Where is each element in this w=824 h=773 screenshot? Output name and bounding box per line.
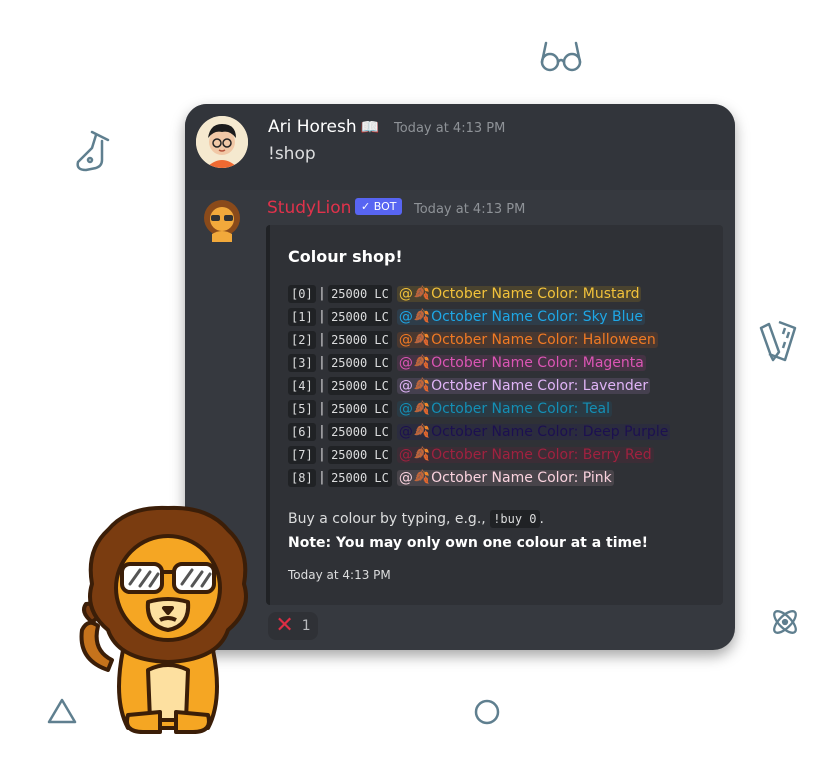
role-mention[interactable]: @ 🍂 October Name Color: Magenta bbox=[396, 354, 646, 371]
role-name: October Name Color: Pink bbox=[431, 469, 612, 486]
role-mention[interactable]: @ 🍂 October Name Color: Pink bbox=[396, 469, 614, 486]
lion-mascot bbox=[79, 505, 248, 734]
role-mention[interactable]: @ 🍂 October Name Color: Mustard bbox=[396, 285, 642, 302]
separator: | bbox=[319, 378, 325, 393]
item-index: [4] bbox=[288, 376, 316, 395]
timestamp: Today at 4:13 PM bbox=[414, 202, 526, 217]
role-name: October Name Color: Magenta bbox=[431, 354, 644, 371]
role-name: October Name Color: Deep Purple bbox=[431, 423, 669, 440]
separator: | bbox=[319, 470, 325, 485]
separator: | bbox=[319, 309, 325, 324]
leaf-icon: 🍂 bbox=[413, 378, 431, 393]
role-name: October Name Color: Lavender bbox=[431, 377, 649, 394]
shop-row: [3] | 25000 LC @ 🍂 October Name Color: Magent… bbox=[288, 351, 670, 374]
shop-row: [6] | 25000 LC @ 🍂 October Name Color: Deep P… bbox=[288, 420, 671, 443]
command-code: !buy 0 bbox=[490, 510, 540, 528]
item-price: 25000 LC bbox=[328, 353, 392, 372]
author-name[interactable]: Ari Horesh bbox=[268, 117, 357, 137]
leaf-icon: 🍂 bbox=[413, 332, 431, 347]
role-mention[interactable]: @ 🍂 October Name Color: Lavender bbox=[396, 377, 651, 394]
item-price: 25000 LC bbox=[328, 330, 392, 349]
shop-row: [1] | 25000 LC @ 🍂 October Name Color: Sky Bl… bbox=[288, 305, 670, 328]
shop-row: [0] | 25000 LC @ 🍂 October Name Color: Mustar… bbox=[288, 282, 670, 305]
item-index: [0] bbox=[288, 284, 316, 303]
avatar-studylion[interactable] bbox=[200, 198, 244, 242]
role-name: October Name Color: Sky Blue bbox=[431, 308, 643, 325]
leaf-icon: 🍂 bbox=[413, 401, 431, 416]
avatar-ari[interactable] bbox=[196, 116, 248, 168]
item-index: [3] bbox=[288, 353, 316, 372]
shop-row: [7] | 25000 LC @ 🍂 October Name Color: Berry … bbox=[288, 443, 670, 466]
role-mention[interactable]: @ 🍂 October Name Color: Teal bbox=[396, 400, 613, 417]
flask-icon bbox=[76, 130, 110, 172]
message-text: !shop bbox=[268, 144, 316, 164]
circle-icon bbox=[474, 699, 500, 725]
separator: | bbox=[319, 286, 325, 301]
item-price: 25000 LC bbox=[328, 445, 392, 464]
separator: | bbox=[319, 401, 325, 416]
item-index: [6] bbox=[288, 422, 316, 441]
item-price: 25000 LC bbox=[328, 376, 392, 395]
item-index: [2] bbox=[288, 330, 316, 349]
leaf-icon: 🍂 bbox=[413, 286, 431, 301]
shop-row: [8] | 25000 LC @ 🍂 October Name Color: Pink bbox=[288, 466, 670, 489]
embed-instructions: Buy a colour by typing, e.g., !buy 0. bbox=[288, 510, 544, 528]
shop-row: [5] | 25000 LC @ 🍂 October Name Color: Teal bbox=[288, 397, 670, 420]
leaf-icon: 🍂 bbox=[413, 470, 431, 485]
shop-row: [4] | 25000 LC @ 🍂 October Name Color: Lavend… bbox=[288, 374, 670, 397]
role-name: October Name Color: Halloween bbox=[431, 331, 656, 348]
role-mention[interactable]: @ 🍂 October Name Color: Halloween bbox=[396, 331, 658, 348]
item-index: [5] bbox=[288, 399, 316, 418]
separator: | bbox=[319, 424, 325, 439]
embed-note: Note: You may only own one colour at a t… bbox=[288, 535, 649, 551]
item-price: 25000 LC bbox=[328, 422, 392, 441]
leaf-icon: 🍂 bbox=[413, 424, 431, 439]
role-mention[interactable]: @ 🍂 October Name Color: Deep Purple bbox=[396, 423, 671, 440]
atom-icon bbox=[773, 610, 797, 634]
item-index: [1] bbox=[288, 307, 316, 326]
item-price: 25000 LC bbox=[328, 284, 392, 303]
role-name: October Name Color: Berry Red bbox=[431, 446, 652, 463]
instruction-suffix: . bbox=[539, 511, 544, 527]
shop-list: [0] | 25000 LC @ 🍂 October Name Color: Mustar… bbox=[288, 282, 671, 489]
embed-timestamp: Today at 4:13 PM bbox=[288, 568, 391, 582]
role-name: October Name Color: Mustard bbox=[431, 285, 640, 302]
item-price: 25000 LC bbox=[328, 307, 392, 326]
ruler-pencil-icon bbox=[759, 320, 797, 362]
timestamp: Today at 4:13 PM bbox=[394, 121, 506, 136]
separator: | bbox=[319, 332, 325, 347]
item-index: [8] bbox=[288, 468, 316, 487]
instruction-text: Buy a colour by typing, e.g., bbox=[288, 511, 486, 527]
item-price: 25000 LC bbox=[328, 399, 392, 418]
item-price: 25000 LC bbox=[328, 468, 392, 487]
reaction-count: 1 bbox=[301, 618, 311, 634]
leaf-icon: 🍂 bbox=[413, 355, 431, 370]
separator: | bbox=[319, 447, 325, 462]
cross-mark-icon: ✕ bbox=[275, 613, 294, 638]
separator: | bbox=[319, 355, 325, 370]
role-name: October Name Color: Teal bbox=[431, 400, 611, 417]
role-mention[interactable]: @ 🍂 October Name Color: Sky Blue bbox=[396, 308, 645, 325]
item-index: [7] bbox=[288, 445, 316, 464]
role-mention[interactable]: @ 🍂 October Name Color: Berry Red bbox=[396, 446, 654, 463]
leaf-icon: 🍂 bbox=[413, 309, 431, 324]
author-name[interactable]: StudyLion bbox=[267, 198, 351, 218]
shop-row: [2] | 25000 LC @ 🍂 October Name Color: Hallow… bbox=[288, 328, 670, 351]
message-ari: Ari Horesh 📖 Today at 4:13 PM !shop bbox=[185, 104, 735, 190]
shop-embed: Colour shop! [0] | 25000 LC @ 🍂 October Name … bbox=[266, 225, 723, 605]
embed-title: Colour shop! bbox=[288, 247, 403, 266]
book-icon: 📖 bbox=[360, 118, 380, 136]
leaf-icon: 🍂 bbox=[413, 447, 431, 462]
bot-badge: ✓ BOT bbox=[355, 198, 403, 215]
glasses-icon bbox=[540, 41, 582, 72]
reaction-x[interactable]: ✕ 1 bbox=[268, 612, 318, 640]
